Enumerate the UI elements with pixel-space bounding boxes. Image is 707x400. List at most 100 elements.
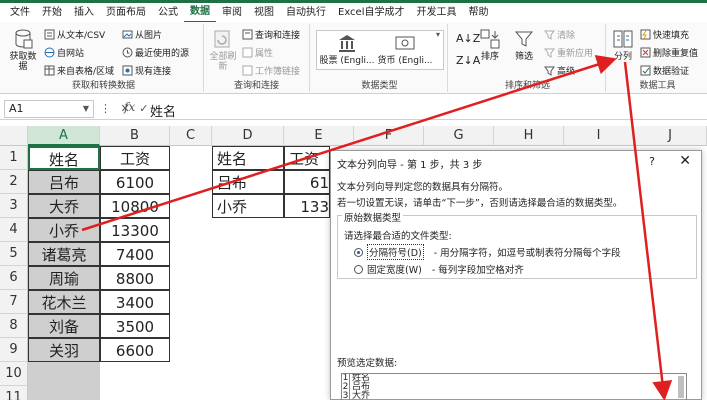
- row-header[interactable]: 9: [0, 338, 28, 362]
- tab-excel-self-study[interactable]: Excel自学成才: [332, 4, 411, 22]
- cell-b1[interactable]: 工资: [100, 146, 170, 170]
- text-file-icon: [44, 29, 55, 40]
- row-header[interactable]: 7: [0, 290, 28, 314]
- get-data-button[interactable]: 获取数据: [6, 28, 40, 72]
- tab-developer[interactable]: 开发工具: [411, 4, 463, 22]
- cell-a9[interactable]: 关羽: [28, 338, 100, 362]
- existing-connections-button[interactable]: 现有连接: [122, 64, 171, 77]
- tab-page-layout[interactable]: 页面布局: [100, 4, 152, 22]
- tab-data[interactable]: 数据: [184, 3, 216, 23]
- column-header-c[interactable]: C: [170, 126, 212, 146]
- delimited-radio[interactable]: 分隔符号(D) - 用分隔字符，如逗号或制表符分隔每个字段: [354, 244, 621, 260]
- row-header[interactable]: 4: [0, 218, 28, 242]
- cell-a1[interactable]: 姓名: [28, 146, 100, 170]
- flash-fill-button[interactable]: 快速填充: [640, 28, 689, 41]
- column-header-b[interactable]: B: [100, 126, 170, 146]
- chevron-down-icon[interactable]: ▼: [83, 101, 89, 117]
- recent-sources-button[interactable]: 最近使用的源: [122, 46, 189, 59]
- cell-a6[interactable]: 周瑜: [28, 266, 100, 290]
- cell-e1[interactable]: 工资: [284, 146, 330, 170]
- tab-insert[interactable]: 插入: [68, 4, 100, 22]
- row-header[interactable]: 5: [0, 242, 28, 266]
- currencies-data-type-button[interactable]: 货币 (Engli...: [376, 32, 434, 66]
- tab-file[interactable]: 文件: [4, 4, 36, 22]
- column-header-a[interactable]: A: [28, 126, 100, 146]
- cell-a8[interactable]: 刘备: [28, 314, 100, 338]
- filter-button[interactable]: 筛选: [510, 28, 538, 62]
- advanced-filter-button[interactable]: 高级: [544, 64, 575, 77]
- cell-e3[interactable]: 133: [284, 194, 330, 218]
- column-header-i[interactable]: I: [564, 126, 634, 146]
- row-header[interactable]: 8: [0, 314, 28, 338]
- remove-duplicates-button[interactable]: 删除重复值: [640, 46, 698, 59]
- row-header[interactable]: 2: [0, 170, 28, 194]
- cell-b8[interactable]: 3500: [100, 314, 170, 338]
- data-preview[interactable]: 1 姓名 2 吕布 3 大乔: [341, 373, 687, 400]
- group-sort-filter: A↓Z Z↓A 排序 筛选 清除 重新应用 高级 排序和筛选: [450, 24, 606, 92]
- cell-a4[interactable]: 小乔: [28, 218, 100, 242]
- workbook-links-button[interactable]: 工作簿链接: [242, 64, 300, 77]
- row-header[interactable]: 3: [0, 194, 28, 218]
- cell-a5[interactable]: 诸葛亮: [28, 242, 100, 266]
- column-header-d[interactable]: D: [212, 126, 284, 146]
- cell-a3[interactable]: 大乔: [28, 194, 100, 218]
- preview-scrollbar[interactable]: [678, 376, 684, 398]
- row-header[interactable]: 10: [0, 362, 28, 386]
- cell-d3[interactable]: 小乔: [212, 194, 284, 218]
- tab-help[interactable]: 帮助: [463, 4, 495, 22]
- from-web-button[interactable]: 自网站: [44, 46, 84, 59]
- cell-a7[interactable]: 花木兰: [28, 290, 100, 314]
- from-picture-button[interactable]: 从图片: [122, 28, 162, 41]
- column-header-h[interactable]: H: [494, 126, 564, 146]
- gallery-more-icon[interactable]: ▾: [436, 30, 440, 39]
- link-icon: [242, 65, 253, 76]
- cell-d1[interactable]: 姓名: [212, 146, 284, 170]
- fixed-width-radio[interactable]: 固定宽度(W) - 每列字段加空格对齐: [354, 262, 524, 276]
- cell-b7[interactable]: 3400: [100, 290, 170, 314]
- from-text-csv-button[interactable]: 从文本/CSV: [44, 28, 105, 41]
- column-header-e[interactable]: E: [284, 126, 354, 146]
- cell-b5[interactable]: 7400: [100, 242, 170, 266]
- queries-connections-button[interactable]: 查询和连接: [242, 28, 300, 41]
- preview-row-text: 大乔: [352, 391, 371, 400]
- refresh-all-button[interactable]: 全部刷新: [206, 28, 240, 72]
- cell-b4[interactable]: 13300: [100, 218, 170, 242]
- from-picture-label: 从图片: [135, 31, 163, 41]
- dialog-description: 文本分列向导判定您的数据具有分隔符。: [337, 182, 509, 193]
- tab-automate[interactable]: 自动执行: [280, 4, 332, 22]
- clear-filter-icon: [544, 29, 555, 40]
- cell-b3[interactable]: 10800: [100, 194, 170, 218]
- column-header-g[interactable]: G: [424, 126, 494, 146]
- column-header-j[interactable]: J: [634, 126, 707, 146]
- cell-b6[interactable]: 8800: [100, 266, 170, 290]
- stocks-data-type-button[interactable]: 股票 (Engli...: [318, 32, 376, 66]
- tab-review[interactable]: 审阅: [216, 4, 248, 22]
- row-header[interactable]: 6: [0, 266, 28, 290]
- cell-d2[interactable]: 吕布: [212, 170, 284, 194]
- formula-input[interactable]: 姓名: [150, 101, 176, 120]
- close-button[interactable]: ✕: [679, 153, 691, 169]
- cell-b2[interactable]: 6100: [100, 170, 170, 194]
- properties-button[interactable]: 属性: [242, 46, 273, 59]
- flash-fill-icon: [640, 29, 651, 40]
- tab-formulas[interactable]: 公式: [152, 4, 184, 22]
- reapply-button[interactable]: 重新应用: [544, 46, 593, 59]
- clear-button[interactable]: 清除: [544, 28, 575, 41]
- help-button[interactable]: ?: [649, 155, 655, 168]
- advanced-filter-label: 高级: [557, 67, 576, 77]
- sort-button[interactable]: 排序: [476, 28, 504, 62]
- cell-a2[interactable]: 吕布: [28, 170, 100, 194]
- tab-home[interactable]: 开始: [36, 4, 68, 22]
- tab-view[interactable]: 视图: [248, 4, 280, 22]
- column-header-f[interactable]: F: [354, 126, 424, 146]
- cell-e2[interactable]: 61: [284, 170, 330, 194]
- text-to-columns-button[interactable]: 分列: [610, 28, 636, 62]
- data-validation-button[interactable]: 数据验证: [640, 64, 689, 77]
- from-table-range-button[interactable]: 来自表格/区域: [44, 64, 114, 77]
- cell-b9[interactable]: 6600: [100, 338, 170, 362]
- insert-function-button[interactable]: fx: [124, 100, 135, 114]
- row-header[interactable]: 11: [0, 386, 28, 400]
- name-box[interactable]: A1 ▼: [4, 100, 94, 118]
- row-header[interactable]: 1: [0, 146, 28, 170]
- select-all-corner[interactable]: [0, 126, 28, 146]
